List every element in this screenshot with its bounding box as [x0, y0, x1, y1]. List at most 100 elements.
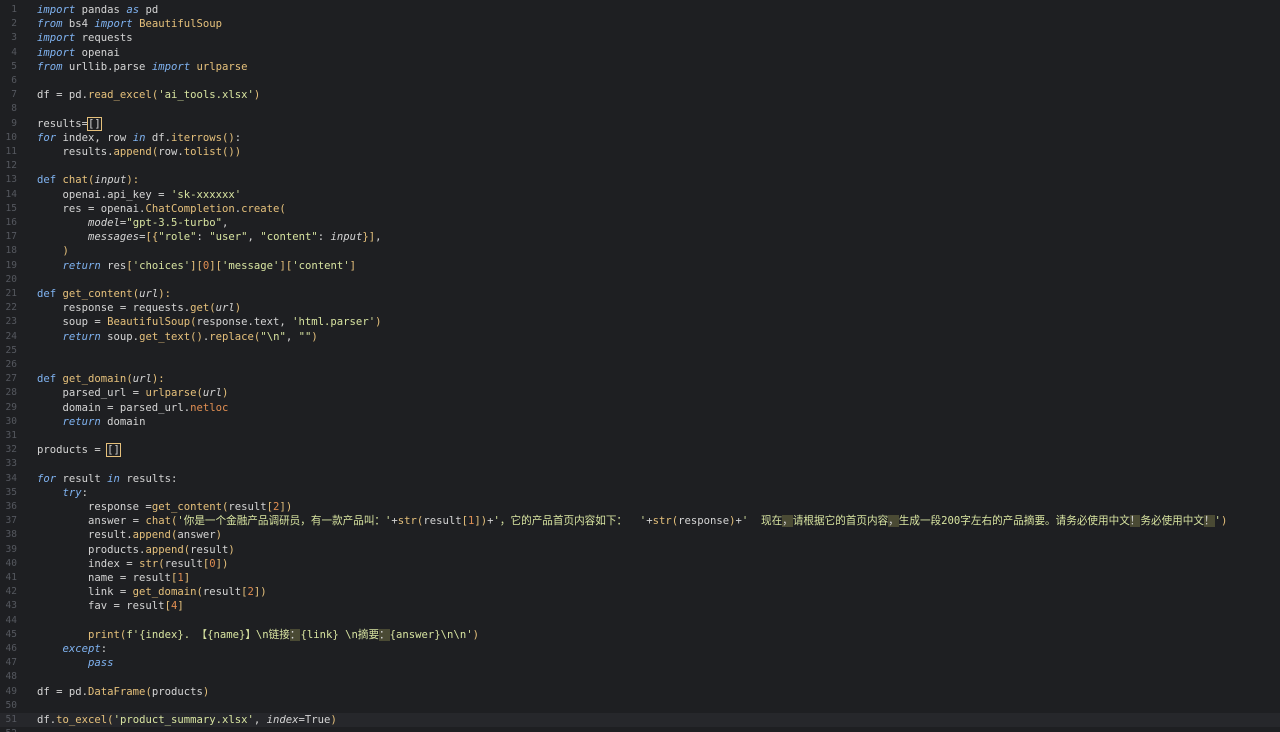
code-text[interactable]: soup = BeautifulSoup(response.text, 'htm…: [37, 315, 382, 329]
code-line[interactable]: 3 import requests: [0, 31, 1280, 45]
code-line[interactable]: 35 try:: [0, 486, 1280, 500]
code-line[interactable]: 29 domain = parsed_url.netloc: [0, 401, 1280, 415]
code-line[interactable]: 38 result.append(answer): [0, 528, 1280, 542]
code-text[interactable]: results.append(row.tolist()): [37, 145, 242, 159]
code-text[interactable]: messages=[{"role": "user", "content": in…: [37, 230, 382, 244]
code-line[interactable]: 43 fav = result[4]: [0, 599, 1280, 613]
code-editor[interactable]: 1 import pandas as pd 2 from bs4 import Bea…: [0, 0, 1280, 732]
code-text[interactable]: print(f'{index}. 【{name}】\n链接：{link} \n摘…: [37, 628, 479, 642]
code-line[interactable]: 46 except:: [0, 642, 1280, 656]
code-line[interactable]: 52: [0, 727, 1280, 732]
line-number: 52: [0, 727, 17, 732]
code-line[interactable]: 31: [0, 429, 1280, 443]
code-line[interactable]: 22 response = requests.get(url): [0, 301, 1280, 315]
code-text[interactable]: df = pd.read_excel('ai_tools.xlsx'): [37, 88, 260, 102]
code-line[interactable]: 8: [0, 102, 1280, 116]
code-text[interactable]: ): [37, 244, 69, 258]
code-text[interactable]: response =get_content(result[2]): [37, 500, 292, 514]
code-text[interactable]: import requests: [37, 31, 133, 45]
code-line[interactable]: 16 model="gpt-3.5-turbo",: [0, 216, 1280, 230]
code-text[interactable]: from urllib.parse import urlparse: [37, 60, 248, 74]
code-text[interactable]: parsed_url = urlparse(url): [37, 386, 229, 400]
code-text[interactable]: products = []: [37, 443, 121, 458]
code-text[interactable]: import openai: [37, 46, 120, 60]
code-text[interactable]: products.append(result): [37, 543, 235, 557]
code-line[interactable]: 1 import pandas as pd: [0, 3, 1280, 17]
code-line[interactable]: 25: [0, 344, 1280, 358]
code-line[interactable]: 33: [0, 457, 1280, 471]
code-line[interactable]: 37 answer = chat('你是一个金融产品调研员，有一款产品叫：'+s…: [0, 514, 1280, 528]
code-line[interactable]: 26: [0, 358, 1280, 372]
code-line[interactable]: 36 response =get_content(result[2]): [0, 500, 1280, 514]
code-line[interactable]: 20: [0, 273, 1280, 287]
code-line[interactable]: 30 return domain: [0, 415, 1280, 429]
code-text[interactable]: answer = chat('你是一个金融产品调研员，有一款产品叫：'+str(…: [37, 514, 1227, 528]
code-text[interactable]: def chat(input):: [37, 173, 139, 187]
code-text[interactable]: df = pd.DataFrame(products): [37, 685, 209, 699]
line-number: 12: [5, 160, 17, 172]
line-number: 10: [5, 131, 17, 143]
code-line[interactable]: 19 return res['choices'][0]['message']['…: [0, 259, 1280, 273]
code-line[interactable]: 4 import openai: [0, 46, 1280, 60]
code-line[interactable]: 44: [0, 614, 1280, 628]
code-token: openai.api_key =: [37, 188, 171, 201]
code-line[interactable]: 15 res = openai.ChatCompletion.create(: [0, 202, 1280, 216]
code-text[interactable]: for result in results:: [37, 472, 177, 486]
code-line[interactable]: 27 def get_domain(url):: [0, 372, 1280, 386]
code-line[interactable]: 49 df = pd.DataFrame(products): [0, 685, 1280, 699]
code-line[interactable]: 39 products.append(result): [0, 543, 1280, 557]
code-token: urlparse: [145, 387, 197, 400]
code-text[interactable]: name = result[1]: [37, 571, 190, 585]
code-line[interactable]: 13 def chat(input):: [0, 173, 1280, 187]
line-number: 46: [5, 643, 17, 654]
code-line[interactable]: 14 openai.api_key = 'sk-xxxxxx': [0, 188, 1280, 202]
code-line[interactable]: 24 return soup.get_text().replace("\n", …: [0, 330, 1280, 344]
code-line[interactable]: 17 messages=[{"role": "user", "content":…: [0, 230, 1280, 244]
code-line[interactable]: 47 pass: [0, 656, 1280, 670]
code-line[interactable]: 2 from bs4 import BeautifulSoup: [0, 17, 1280, 31]
code-text[interactable]: return domain: [37, 415, 146, 429]
code-text[interactable]: response = requests.get(url): [37, 301, 242, 315]
code-text[interactable]: except:: [37, 642, 108, 656]
code-text[interactable]: return res['choices'][0]['message']['con…: [37, 259, 356, 273]
code-line[interactable]: 51 df.to_excel('product_summary.xlsx', in…: [0, 713, 1280, 728]
code-text[interactable]: domain = parsed_url.netloc: [37, 401, 229, 415]
code-text[interactable]: link = get_domain(result[2]): [37, 585, 267, 599]
code-text[interactable]: result.append(answer): [37, 528, 222, 542]
code-text[interactable]: df.to_excel('product_summary.xlsx', inde…: [37, 713, 337, 727]
code-text[interactable]: def get_domain(url):: [37, 372, 165, 386]
code-line[interactable]: 12: [0, 159, 1280, 173]
code-line[interactable]: 11 results.append(row.tolist()): [0, 145, 1280, 159]
code-line[interactable]: 6: [0, 74, 1280, 88]
code-line[interactable]: 32 products = []: [0, 443, 1280, 458]
code-line[interactable]: 45 print(f'{index}. 【{name}】\n链接：{link} …: [0, 628, 1280, 642]
code-text[interactable]: index = str(result[0]): [37, 557, 228, 571]
code-line[interactable]: 40 index = str(result[0]): [0, 557, 1280, 571]
code-line[interactable]: 34 for result in results:: [0, 472, 1280, 486]
code-text[interactable]: fav = result[4]: [37, 599, 184, 613]
code-line[interactable]: 42 link = get_domain(result[2]): [0, 585, 1280, 599]
code-text[interactable]: res = openai.ChatCompletion.create(: [37, 202, 286, 216]
code-line[interactable]: 7 df = pd.read_excel('ai_tools.xlsx'): [0, 88, 1280, 102]
code-text[interactable]: def get_content(url):: [37, 287, 171, 301]
code-text[interactable]: import pandas as pd: [37, 3, 158, 17]
code-text[interactable]: results=[]: [37, 116, 102, 131]
code-text[interactable]: return soup.get_text().replace("\n", ""): [37, 330, 318, 344]
code-line[interactable]: 5 from urllib.parse import urlparse: [0, 60, 1280, 74]
code-line[interactable]: 48: [0, 670, 1280, 684]
code-line[interactable]: 18 ): [0, 244, 1280, 258]
code-line[interactable]: 28 parsed_url = urlparse(url): [0, 386, 1280, 400]
code-line[interactable]: 9 results=[]: [0, 116, 1280, 131]
code-text[interactable]: pass: [37, 656, 114, 670]
code-text[interactable]: try:: [37, 486, 89, 500]
code-line[interactable]: 21 def get_content(url):: [0, 287, 1280, 301]
code-line[interactable]: 10 for index, row in df.iterrows():: [0, 131, 1280, 145]
code-line[interactable]: 23 soup = BeautifulSoup(response.text, '…: [0, 315, 1280, 329]
code-line[interactable]: 50: [0, 699, 1280, 713]
code-text[interactable]: openai.api_key = 'sk-xxxxxx': [37, 188, 242, 202]
code-text[interactable]: for index, row in df.iterrows():: [37, 131, 241, 145]
code-line[interactable]: 41 name = result[1]: [0, 571, 1280, 585]
code-token: def: [37, 373, 57, 386]
code-text[interactable]: from bs4 import BeautifulSoup: [37, 17, 222, 31]
code-text[interactable]: model="gpt-3.5-turbo",: [37, 216, 228, 230]
